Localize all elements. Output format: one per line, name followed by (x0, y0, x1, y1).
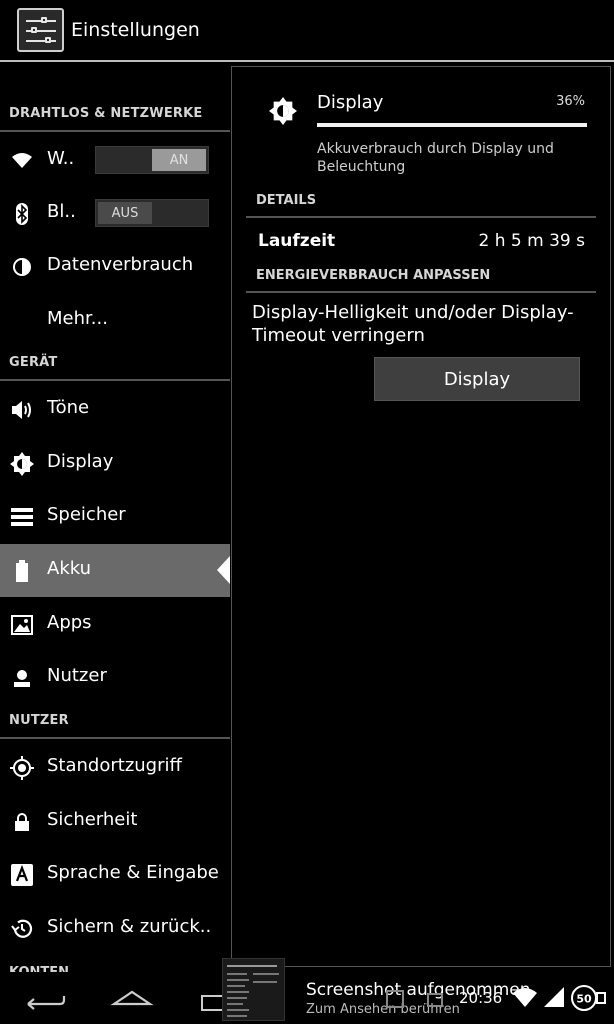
data-usage-icon (10, 255, 34, 279)
security-label: Sicherheit (47, 809, 138, 830)
details-header: DETAILS (246, 191, 596, 218)
detail-percent: 36% (556, 94, 585, 109)
display-settings-button[interactable]: Display (374, 357, 580, 401)
battery-level-text: 50 (576, 993, 592, 1006)
wifi-signal-icon (512, 986, 538, 1012)
list-item-users[interactable]: Nutzer (0, 651, 230, 704)
battery-label: Akku (47, 558, 92, 579)
bluetooth-toggle-state: AUS (98, 202, 152, 224)
lock-icon (10, 810, 34, 834)
apps-label: Apps (47, 612, 92, 633)
bluetooth-icon (10, 202, 34, 226)
clock: 20:36 (459, 989, 503, 1007)
list-item-backup[interactable]: Sichern & zurück.. (0, 902, 230, 955)
screenshot-thumbnail[interactable] (222, 958, 285, 1021)
cell-signal-icon (543, 986, 565, 1012)
section-header-wireless: DRAHTLOS & NETZWERKE (0, 102, 230, 132)
runtime-label: Laufzeit (258, 231, 336, 251)
battery-detail-panel: Display 36% Akkuverbrauch durch Display … (231, 66, 611, 967)
list-item-location[interactable]: Standortzugriff (0, 741, 230, 794)
power-saving-tip: Display-Helligkeit und/oder Display-Time… (252, 302, 574, 346)
section-header-accounts: KONTEN (9, 963, 69, 972)
list-item-security[interactable]: Sicherheit (0, 795, 230, 848)
settings-app-icon[interactable] (17, 8, 64, 52)
apps-icon (10, 613, 34, 637)
action-bar: Einstellungen (0, 0, 614, 62)
wifi-toggle-state: AN (152, 149, 206, 171)
keyboard-letter-icon (10, 863, 34, 887)
list-item-data-usage[interactable]: Datenverbrauch (0, 240, 230, 293)
battery-icon (10, 559, 34, 583)
list-item-more[interactable]: Mehr... (0, 294, 230, 347)
notification-icon-2 (426, 990, 444, 1012)
notification-icon (386, 990, 404, 1012)
wifi-icon (10, 149, 34, 173)
list-item-wifi[interactable]: W.. AN (0, 134, 230, 187)
bluetooth-toggle[interactable]: AUS (95, 199, 209, 227)
display-label: Display (47, 451, 114, 472)
battery-status-icon: 50 (571, 985, 607, 1015)
list-item-sound[interactable]: Töne (0, 383, 230, 436)
data-usage-label: Datenverbrauch (47, 254, 194, 275)
storage-icon (10, 505, 34, 529)
wifi-toggle[interactable]: AN (95, 146, 209, 174)
section-header-device: GERÄT (0, 351, 230, 381)
speaker-icon (10, 398, 34, 422)
usage-progress-bar (317, 123, 587, 127)
list-item-battery[interactable]: Akku (0, 544, 230, 597)
more-label: Mehr... (47, 308, 108, 329)
brightness-icon (10, 452, 34, 476)
user-icon (10, 666, 34, 690)
detail-description: Akkuverbrauch durch Display und Beleucht… (317, 141, 554, 175)
location-label: Standortzugriff (47, 755, 182, 776)
detail-title: Display (317, 92, 384, 113)
sound-label: Töne (47, 397, 90, 418)
storage-label: Speicher (47, 504, 126, 525)
list-item-apps[interactable]: Apps (0, 598, 230, 651)
adjust-header: ENERGIEVERBRAUCH ANPASSEN (246, 266, 596, 293)
wifi-label: W.. (47, 148, 75, 169)
backup-label: Sichern & zurück.. (47, 916, 212, 937)
backup-restore-icon (10, 917, 34, 941)
home-button[interactable] (102, 982, 162, 1014)
section-header-personal: NUTZER (0, 709, 230, 739)
app-title: Einstellungen (71, 19, 200, 41)
location-icon (10, 756, 34, 780)
list-item-language[interactable]: Sprache & Eingabe (0, 848, 230, 901)
selection-indicator (217, 556, 230, 584)
back-button[interactable] (14, 982, 74, 1014)
list-item-bluetooth[interactable]: Bl.. AUS (0, 187, 230, 240)
settings-list: DRAHTLOS & NETZWERKE W.. AN Bl.. AUS Dat… (0, 64, 230, 972)
list-item-storage[interactable]: Speicher (0, 490, 230, 543)
usage-progress-fill (317, 123, 587, 127)
runtime-value: 2 h 5 m 39 s (478, 231, 585, 251)
list-item-display[interactable]: Display (0, 437, 230, 490)
users-label: Nutzer (47, 665, 107, 686)
language-label: Sprache & Eingabe (47, 862, 219, 883)
brightness-icon (269, 97, 299, 127)
bluetooth-label: Bl.. (47, 201, 76, 222)
